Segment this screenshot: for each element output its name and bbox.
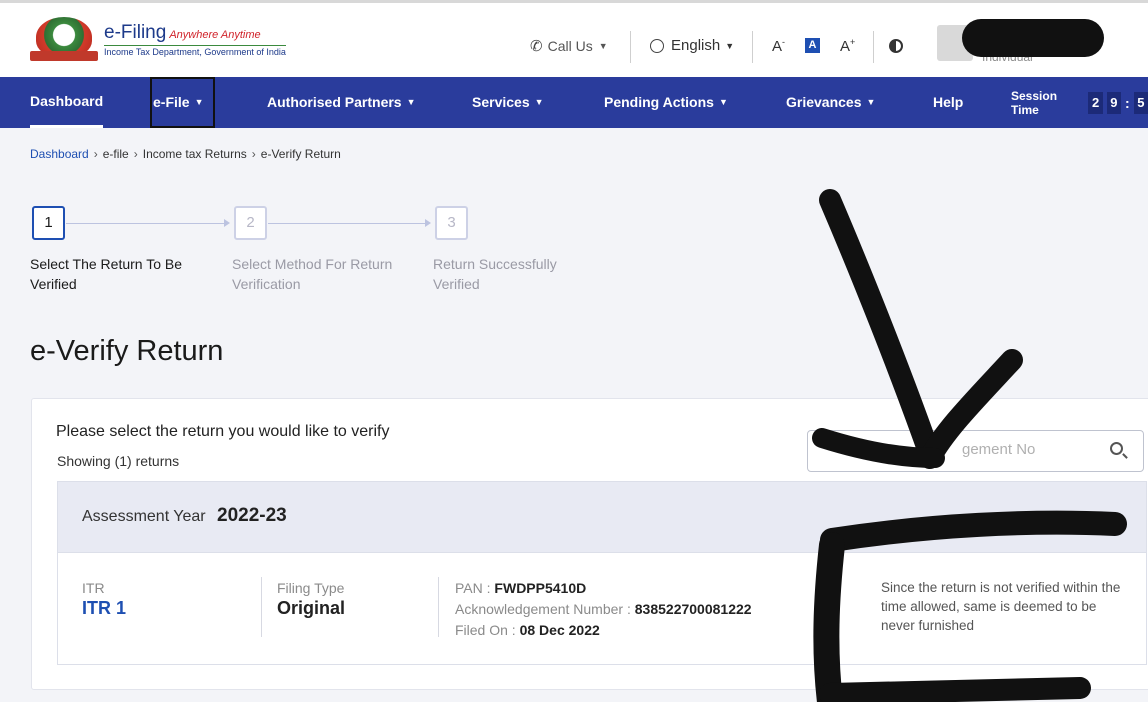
pan-value: FWDPP5410D (494, 580, 587, 596)
header-divider (873, 31, 874, 63)
nav-help[interactable]: Help (933, 77, 963, 128)
nav-services[interactable]: Services ▼ (472, 77, 544, 128)
filed-on-value: 08 Dec 2022 (519, 622, 600, 638)
session-digit: 2 (1088, 91, 1103, 114)
font-normal-button[interactable]: A (805, 38, 820, 53)
font-increase-button[interactable]: A+ (840, 37, 855, 55)
assessment-year-value: 2022-23 (217, 505, 287, 526)
itr-value[interactable]: ITR 1 (82, 598, 126, 619)
header-divider (630, 31, 631, 63)
nav-pending-actions[interactable]: Pending Actions ▼ (604, 77, 728, 128)
breadcrumb-dashboard[interactable]: Dashboard (30, 147, 89, 161)
step-1-indicator: 1 (32, 206, 65, 240)
header-divider (752, 31, 753, 63)
call-us-label: Call Us (547, 38, 593, 54)
assessment-year-label: Assessment Year (82, 508, 206, 525)
breadcrumb-income-tax-returns[interactable]: Income tax Returns (143, 147, 247, 161)
nav-dashboard[interactable]: Dashboard (30, 77, 104, 128)
call-us-menu[interactable]: ✆ Call Us ▼ (530, 37, 608, 55)
breadcrumb-separator: › (133, 147, 138, 161)
breadcrumb-current: e-Verify Return (260, 147, 341, 161)
search-placeholder: gement No (962, 441, 1036, 458)
national-emblem-icon (30, 15, 98, 63)
filing-type-value: Original (277, 598, 346, 618)
chevron-down-icon: ▼ (534, 97, 544, 107)
contrast-toggle-icon[interactable] (889, 39, 903, 53)
redaction-mark (962, 19, 1104, 57)
efiling-logo[interactable]: e-Filing Anywhere Anytime Income Tax Depa… (30, 15, 286, 63)
step-3-label: Return Successfully Verified (433, 256, 557, 292)
chevron-down-icon: ▼ (194, 97, 204, 107)
chevron-down-icon: ▼ (406, 97, 416, 107)
itr-label: ITR (82, 580, 105, 596)
session-digit: 5 (1133, 91, 1148, 114)
nav-grievances[interactable]: Grievances ▼ (786, 77, 875, 128)
font-decrease-button[interactable]: A- (772, 37, 785, 55)
phone-icon: ✆ (530, 38, 543, 55)
main-nav: Dashboard e-File ▼ Authorised Partners ▼ S… (0, 77, 1148, 128)
filed-on-field: Filed On : 08 Dec 2022 (455, 622, 600, 638)
pan-field: PAN : FWDPP5410D (455, 580, 587, 596)
filing-type-label: Filing Type (277, 580, 345, 596)
returns-count: Showing (1) returns (57, 453, 180, 469)
breadcrumb: Dashboard › e-file › Income tax Returns … (30, 147, 346, 161)
chevron-down-icon: ▼ (718, 97, 728, 107)
session-digit: 9 (1106, 91, 1122, 114)
session-colon: : (1125, 94, 1130, 111)
column-divider (438, 577, 439, 637)
acknowledgement-field: Acknowledgement Number : 838522700081222 (455, 601, 752, 617)
language-label: English (671, 37, 721, 54)
column-divider (261, 577, 262, 637)
chevron-down-icon: ▼ (598, 41, 608, 51)
acknowledgement-value: 838522700081222 (634, 601, 752, 617)
chevron-down-icon: ▼ (725, 40, 735, 51)
deemed-not-furnished-notice: Since the return is not verified within … (881, 580, 1121, 633)
step-2-label: Select Method For Return Verification (232, 256, 393, 292)
globe-icon (650, 38, 664, 53)
page-title: e-Verify Return (30, 335, 224, 367)
breadcrumb-separator: › (93, 147, 98, 161)
step-1-label: Select The Return To Be Verified (30, 256, 183, 292)
logo-tagline: Anywhere Anytime (169, 28, 261, 41)
chevron-down-icon: ▼ (866, 97, 876, 107)
logo-subtitle: Income Tax Department, Government of Ind… (104, 44, 286, 57)
step-connector (268, 219, 431, 227)
breadcrumb-efile[interactable]: e-file (103, 147, 129, 161)
logo-title: e-Filing (104, 21, 167, 43)
breadcrumb-separator: › (251, 147, 256, 161)
language-selector[interactable]: English ▼ (650, 37, 734, 54)
nav-authorised-partners[interactable]: Authorised Partners ▼ (267, 77, 416, 128)
search-icon[interactable] (1110, 442, 1123, 455)
nav-efile[interactable]: e-File ▼ (150, 77, 215, 128)
step-2-indicator: 2 (234, 206, 267, 240)
session-label: Session Time (1011, 88, 1058, 117)
session-timer: Session Time 2 9 : 5 (1011, 77, 1148, 128)
step-3-indicator: 3 (435, 206, 468, 240)
step-connector (66, 219, 230, 227)
top-header: e-Filing Anywhere Anytime Income Tax Depa… (0, 0, 1148, 77)
card-heading: Please select the return you would like … (56, 423, 390, 440)
